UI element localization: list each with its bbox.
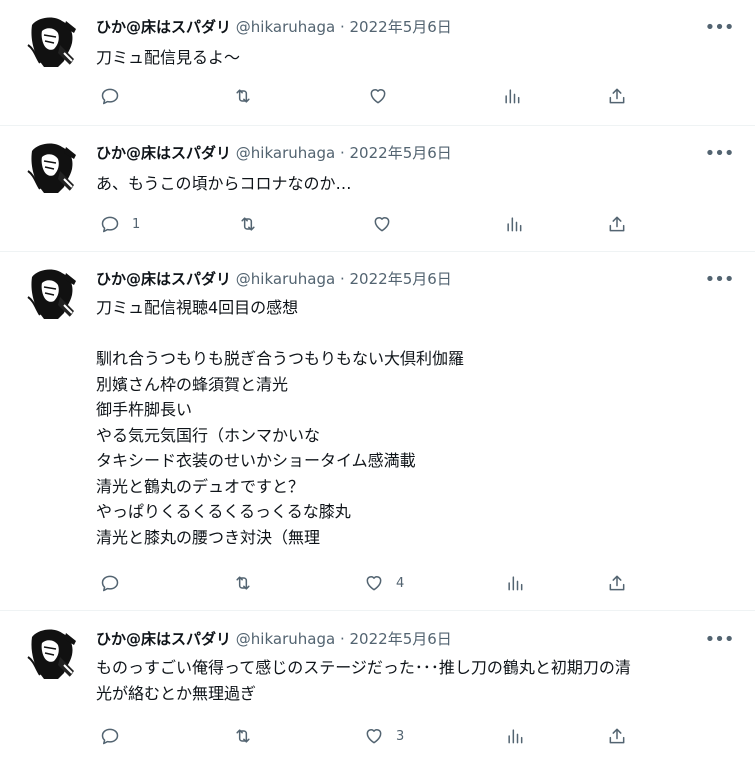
- heart-icon: [374, 217, 390, 232]
- share-icon: [609, 728, 625, 744]
- tweet-date[interactable]: 2022年5月6日: [350, 630, 452, 648]
- avatar[interactable]: [24, 627, 80, 683]
- tweet-text: 刀ミュ配信見るよ〜: [96, 48, 241, 67]
- reply-button[interactable]: [100, 571, 132, 595]
- like-button[interactable]: 4: [364, 571, 404, 595]
- more-icon[interactable]: •••: [705, 142, 735, 164]
- retweet-icon: [236, 729, 250, 743]
- views-button[interactable]: [504, 212, 524, 236]
- share-icon: [609, 88, 625, 104]
- reply-button[interactable]: 1: [100, 212, 140, 236]
- heart-icon: [366, 729, 382, 744]
- avatar[interactable]: [24, 267, 80, 323]
- display-name[interactable]: ひか@床はスパダリ: [96, 18, 231, 36]
- share-button[interactable]: [607, 724, 627, 748]
- retweet-button[interactable]: [233, 84, 253, 108]
- tweet-date[interactable]: 2022年5月6日: [350, 270, 452, 288]
- views-button[interactable]: [502, 84, 522, 108]
- tweet-2[interactable]: ひか@床はスパダリ @hikaruhaga · 2022年5月6日 ••• あ、…: [0, 126, 755, 251]
- tweet-actions: 3: [96, 724, 736, 748]
- tweet-text: 刀ミュ配信視聴4回目の感想 馴れ合うつもりも脱ぎ合うつもりもない大倶利伽羅 別嬪…: [96, 298, 465, 547]
- tweet-3[interactable]: ひか@床はスパダリ @hikaruhaga · 2022年5月6日 ••• 刀ミ…: [0, 252, 755, 610]
- heart-icon: [370, 89, 386, 104]
- retweet-icon: [241, 217, 255, 231]
- retweet-icon: [236, 576, 250, 590]
- reply-icon: [101, 216, 119, 233]
- reply-count: 1: [132, 216, 141, 232]
- like-count: 3: [396, 728, 405, 744]
- separator-dot: ·: [339, 18, 345, 36]
- reply-icon: [101, 728, 119, 745]
- views-button[interactable]: [505, 724, 525, 748]
- display-name[interactable]: ひか@床はスパダリ: [96, 270, 231, 288]
- like-button[interactable]: [368, 84, 400, 108]
- tweet-text: あ、もうこの頃からコロナなのか…: [96, 174, 352, 193]
- tweet-date[interactable]: 2022年5月6日: [350, 144, 452, 162]
- tweet-text: ものっすごい俺得って感じのステージだった･･･推し刀の鶴丸と初期刀の清 光が絡む…: [96, 658, 631, 703]
- tweet-actions: 4: [96, 571, 736, 595]
- separator-dot: ·: [339, 144, 345, 162]
- more-icon[interactable]: •••: [705, 268, 735, 290]
- more-icon[interactable]: •••: [705, 16, 735, 38]
- tweet-header: ひか@床はスパダリ @hikaruhaga · 2022年5月6日: [96, 628, 452, 650]
- tweet-date[interactable]: 2022年5月6日: [350, 18, 452, 36]
- reply-button[interactable]: [100, 724, 132, 748]
- reply-icon: [101, 575, 119, 592]
- retweet-icon: [236, 89, 250, 103]
- like-count: 4: [396, 575, 405, 591]
- tweet-header: ひか@床はスパダリ @hikaruhaga · 2022年5月6日: [96, 142, 452, 164]
- views-chart-icon: [508, 729, 523, 744]
- share-icon: [609, 216, 625, 232]
- heart-icon: [366, 576, 382, 591]
- separator-dot: ·: [339, 270, 345, 288]
- views-button[interactable]: [505, 571, 525, 595]
- share-icon: [609, 575, 625, 591]
- retweet-button[interactable]: [233, 571, 253, 595]
- avatar[interactable]: [24, 15, 80, 71]
- user-handle[interactable]: @hikaruhaga: [236, 630, 335, 648]
- tweet-4[interactable]: ひか@床はスパダリ @hikaruhaga · 2022年5月6日 ••• もの…: [0, 612, 755, 761]
- retweet-button[interactable]: [238, 212, 258, 236]
- tweet-header: ひか@床はスパダリ @hikaruhaga · 2022年5月6日: [96, 16, 452, 38]
- display-name[interactable]: ひか@床はスパダリ: [96, 630, 231, 648]
- reply-button[interactable]: [100, 84, 132, 108]
- tweet-1[interactable]: ひか@床はスパダリ @hikaruhaga · 2022年5月6日 ••• 刀ミ…: [0, 0, 755, 125]
- tweet-actions: [96, 84, 736, 108]
- display-name[interactable]: ひか@床はスパダリ: [96, 144, 231, 162]
- avatar[interactable]: [24, 141, 80, 197]
- separator-dot: ·: [339, 630, 345, 648]
- reply-icon: [101, 88, 119, 105]
- like-button[interactable]: 3: [364, 724, 404, 748]
- user-handle[interactable]: @hikaruhaga: [236, 270, 335, 288]
- share-button[interactable]: [607, 84, 627, 108]
- retweet-button[interactable]: [233, 724, 253, 748]
- views-chart-icon: [508, 576, 523, 591]
- more-icon[interactable]: •••: [705, 628, 735, 650]
- views-chart-icon: [505, 89, 520, 104]
- tweet-divider: [0, 610, 755, 611]
- share-button[interactable]: [607, 212, 627, 236]
- share-button[interactable]: [607, 571, 627, 595]
- tweet-actions: 1: [96, 212, 736, 236]
- like-button[interactable]: [372, 212, 404, 236]
- views-chart-icon: [507, 217, 522, 232]
- user-handle[interactable]: @hikaruhaga: [236, 18, 335, 36]
- user-handle[interactable]: @hikaruhaga: [236, 144, 335, 162]
- tweet-header: ひか@床はスパダリ @hikaruhaga · 2022年5月6日: [96, 268, 452, 290]
